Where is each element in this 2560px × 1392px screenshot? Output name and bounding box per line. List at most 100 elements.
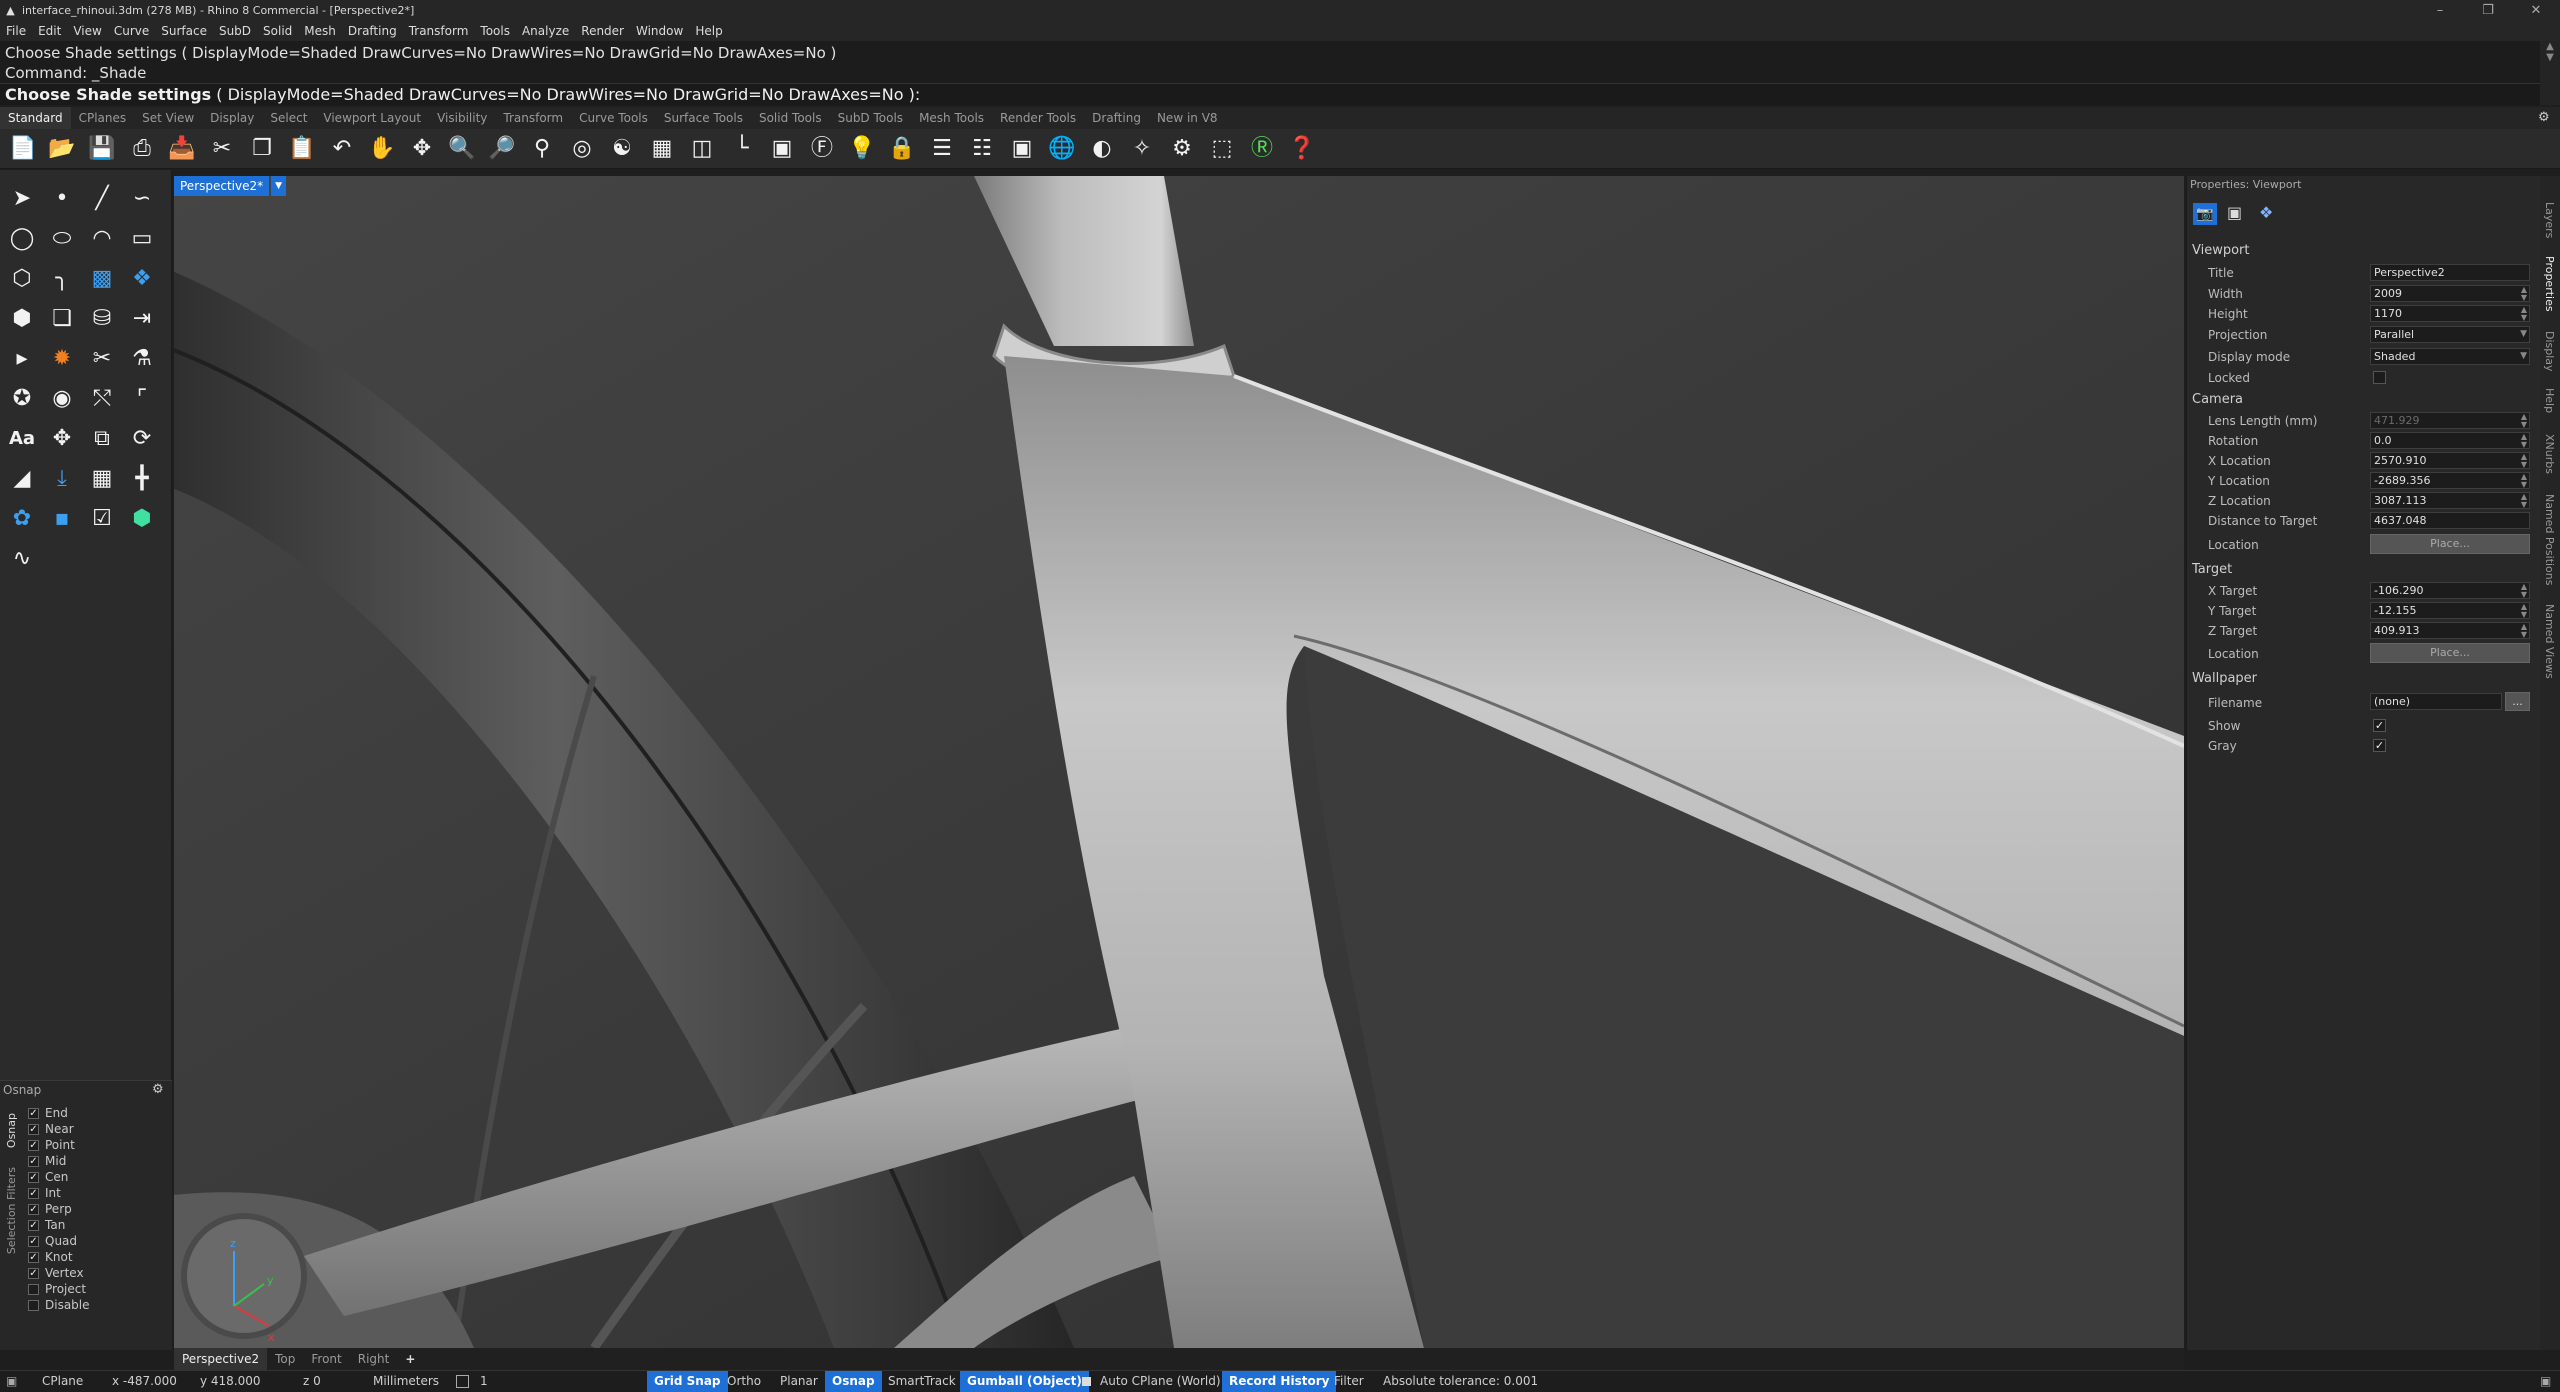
spinner-icon[interactable]: ▲ ▼ (2521, 473, 2527, 489)
print-icon[interactable]: ⎙ (128, 135, 156, 163)
height-field[interactable]: 1170 ▲ ▼ (2370, 305, 2530, 322)
perspective-viewport[interactable]: x y z (174, 176, 2184, 1348)
tab-display[interactable]: Display (202, 107, 262, 129)
menu-solid[interactable]: Solid (257, 24, 298, 38)
checkbox-checked-icon[interactable]: ✓ (28, 1235, 39, 1247)
pipe-icon[interactable]: ∿ (5, 542, 39, 576)
orbit-icon[interactable]: ☯ (608, 135, 636, 163)
projection-dropdown[interactable]: Parallel ▼ (2370, 326, 2530, 343)
close-icon[interactable]: ✕ (2512, 3, 2560, 18)
tab-selection-filters[interactable]: Selection Filters (5, 1167, 18, 1254)
render-icon[interactable]: ✧ (1128, 135, 1156, 163)
undo-icon[interactable]: ↶ (328, 135, 356, 163)
object-properties-icon[interactable]: ▣ (768, 135, 796, 163)
zoom-icon[interactable]: 🔍 (448, 135, 476, 163)
checkbox-checked-icon[interactable]: ✓ (28, 1123, 39, 1135)
control-points-icon[interactable]: ⌜ (125, 382, 159, 416)
checkbox-checked-icon[interactable]: ✓ (28, 1155, 39, 1167)
filter-toggle[interactable]: Filter (1334, 1371, 1364, 1392)
tab-surface-tools[interactable]: Surface Tools (656, 107, 751, 129)
subd-cube-icon[interactable]: ⬢ (125, 502, 159, 536)
command-history[interactable]: Choose Shade settings ( DisplayMode=Shad… (0, 41, 2540, 83)
import-icon[interactable]: 📥 (168, 135, 196, 163)
menu-render[interactable]: Render (575, 24, 630, 38)
menu-transform[interactable]: Transform (403, 24, 475, 38)
sphere-icon[interactable]: ◉ (45, 382, 79, 416)
pan-hand-icon[interactable]: ✋ (368, 135, 396, 163)
tab-drafting[interactable]: Drafting (1084, 107, 1149, 129)
checkbox-checked-icon[interactable]: ✓ (28, 1107, 39, 1119)
ortho-toggle[interactable]: Ortho (727, 1371, 761, 1392)
paste-icon[interactable]: 📋 (288, 135, 316, 163)
display-mode-dropdown[interactable]: Shaded ▼ (2370, 348, 2530, 365)
command-scrollbar[interactable]: ▲ ▼ (2540, 41, 2560, 105)
record-history-toggle[interactable]: Record History (1222, 1371, 1337, 1392)
check-icon[interactable]: ☑ (85, 502, 119, 536)
line-icon[interactable]: ╱ (85, 182, 119, 216)
lock-icon[interactable]: 🔒 (888, 135, 916, 163)
polygon-icon[interactable]: ⬡ (5, 262, 39, 296)
osnap-near[interactable]: ✓ Near (28, 1121, 74, 1137)
text-tool-icon[interactable]: Aa (5, 422, 39, 456)
osnap-quad[interactable]: ✓ Quad (28, 1233, 77, 1249)
tab-osnap[interactable]: Osnap (5, 1113, 18, 1148)
display-mode-icon[interactable]: ▣ (1008, 135, 1036, 163)
viewport-menu-dropdown-icon[interactable]: ▼ (271, 176, 287, 196)
tab-new-in-v8[interactable]: New in V8 (1149, 107, 1226, 129)
spinner-icon[interactable]: ▲ ▼ (2521, 433, 2527, 449)
trim-icon[interactable]: ✂ (85, 342, 119, 376)
explode-icon[interactable]: ✹ (45, 342, 79, 376)
spinner-icon[interactable]: ▲ ▼ (2521, 603, 2527, 619)
properties-panel-icon[interactable]: ☷ (968, 135, 996, 163)
osnap-end[interactable]: ✓ End (28, 1105, 68, 1121)
browse-file-button[interactable]: ... (2505, 692, 2530, 711)
array-icon[interactable]: ▦ (85, 462, 119, 496)
text-icon[interactable]: Ⓕ (808, 135, 836, 163)
command-options[interactable]: ( DisplayMode=Shaded DrawCurves=No DrawW… (216, 85, 920, 104)
extrude-icon[interactable]: ⇥ (125, 302, 159, 336)
cplane-icon[interactable]: └ (728, 135, 756, 163)
help-icon[interactable]: ❓ (1288, 135, 1316, 163)
solid-box-icon[interactable]: ⬢ (5, 302, 39, 336)
copy-icon[interactable]: ❐ (248, 135, 276, 163)
spinner-icon[interactable]: ▲ ▼ (2521, 623, 2527, 639)
checkbox-checked-icon[interactable]: ✓ (28, 1139, 39, 1151)
osnap-knot[interactable]: ✓ Knot (28, 1249, 73, 1265)
status-cplane[interactable]: CPlane (42, 1371, 83, 1392)
tab-solid-tools[interactable]: Solid Tools (751, 107, 830, 129)
viewport-properties-icon[interactable]: 📷 (2193, 203, 2217, 225)
checkbox-checked-icon[interactable]: ✓ (28, 1251, 39, 1263)
project-curve-icon[interactable]: ⤓ (45, 462, 79, 496)
status-units[interactable]: Millimeters (373, 1371, 439, 1392)
analyze-surface-icon[interactable]: ✿ (5, 502, 39, 536)
locked-checkbox[interactable] (2373, 371, 2386, 384)
osnap-int[interactable]: ✓ Int (28, 1185, 61, 1201)
tab-select[interactable]: Select (262, 107, 315, 129)
checkbox-checked-icon[interactable]: ✓ (28, 1203, 39, 1215)
target-place-button[interactable]: Place... (2370, 643, 2530, 663)
panel-toggle-icon[interactable]: ▣ (6, 1371, 17, 1392)
menu-drafting[interactable]: Drafting (342, 24, 403, 38)
z-target-field[interactable]: 409.913 ▲ ▼ (2370, 622, 2530, 639)
checkbox-unchecked-icon[interactable] (28, 1299, 39, 1311)
select-arrow-icon[interactable]: ➤ (5, 182, 39, 216)
options-gear-icon[interactable]: ⚙ (1168, 135, 1196, 163)
menu-subd[interactable]: SubD (213, 24, 257, 38)
osnap-gear-icon[interactable]: ⚙ (152, 1082, 164, 1097)
cylinder-icon[interactable]: ⛁ (85, 302, 119, 336)
move-icon[interactable]: ✥ (45, 422, 79, 456)
tab-visibility[interactable]: Visibility (429, 107, 495, 129)
title-field[interactable]: Perspective2 (2370, 264, 2530, 281)
tab-layers[interactable]: Layers (2543, 202, 2556, 238)
layer-color-swatch[interactable] (456, 1375, 469, 1388)
menu-analyze[interactable]: Analyze (516, 24, 575, 38)
open-folder-icon[interactable]: 📂 (48, 135, 76, 163)
lens-length-field[interactable]: 471.929 ▲ ▼ (2370, 412, 2530, 429)
polyline-icon[interactable]: ∽ (125, 182, 159, 216)
rotate-view-icon[interactable]: ✥ (408, 135, 436, 163)
mesh-sphere-icon[interactable]: ✪ (5, 382, 39, 416)
menu-tools[interactable]: Tools (474, 24, 516, 38)
ground-plane-icon[interactable]: ❖ (2259, 203, 2273, 222)
menu-file[interactable]: File (0, 24, 32, 38)
osnap-perp[interactable]: ✓ Perp (28, 1201, 72, 1217)
